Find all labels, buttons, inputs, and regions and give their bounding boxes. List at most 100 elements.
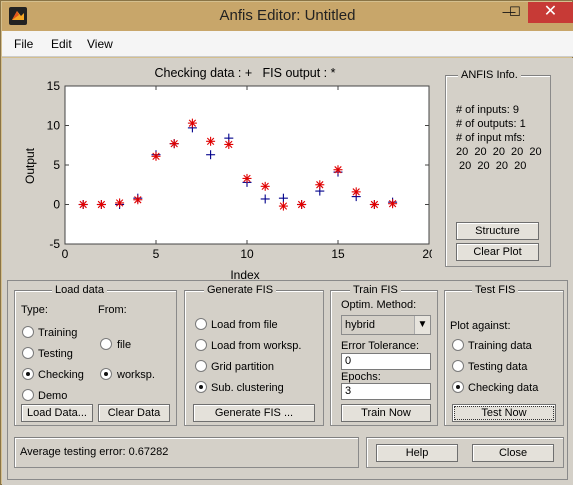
info-input-mfs-row1: 20 20 20 20 20 xyxy=(456,146,542,158)
test-now-button[interactable]: Test Now xyxy=(452,404,556,422)
test-fis-title: Test FIS xyxy=(472,284,519,296)
load-data-title: Load data xyxy=(52,284,107,296)
y-tick-label: 10 xyxy=(47,119,61,133)
fis-output-point xyxy=(78,200,88,209)
type-testing-label: Testing xyxy=(38,348,73,360)
x-tick-label: 15 xyxy=(331,247,345,261)
fis-output-point xyxy=(351,187,361,197)
error-tolerance-field[interactable]: 0 xyxy=(341,353,431,370)
maximize-icon[interactable]: ☐ xyxy=(502,2,528,23)
fis-output-point xyxy=(369,200,379,209)
x-tick-label: 0 xyxy=(62,247,69,261)
grid-partition-radio[interactable] xyxy=(195,360,207,372)
fis-output-point xyxy=(224,139,234,149)
generate-fis-title: Generate FIS xyxy=(204,284,277,296)
anfis-output-plot: Checking data : + FIS output : * 151050-… xyxy=(23,66,432,282)
train-now-button[interactable]: Train Now xyxy=(341,404,431,422)
from-workspace-label: worksp. xyxy=(117,369,155,381)
menu-bar: File Edit View xyxy=(2,31,573,57)
info-input-mfs-row2: 20 20 20 20 xyxy=(456,160,527,172)
help-close-panel: Help Close xyxy=(366,437,564,468)
info-inputs: # of inputs: 9 xyxy=(456,104,519,116)
help-button[interactable]: Help xyxy=(376,444,458,462)
train-fis-panel: Train FIS Optim. Method: hybrid ▼ Error … xyxy=(330,284,438,426)
train-fis-title: Train FIS xyxy=(350,284,401,296)
from-label: From: xyxy=(98,304,127,316)
structure-button[interactable]: Structure xyxy=(456,222,539,240)
type-checking-radio[interactable] xyxy=(22,368,34,380)
epochs-label: Epochs: xyxy=(341,371,381,383)
epochs-field[interactable]: 3 xyxy=(341,383,431,400)
from-file-radio[interactable] xyxy=(100,338,112,350)
fis-output-point xyxy=(297,200,307,209)
load-from-workspace-radio[interactable] xyxy=(195,339,207,351)
plot-training-radio[interactable] xyxy=(452,339,464,351)
load-data-button[interactable]: Load Data... xyxy=(21,404,93,422)
y-tick-label: -5 xyxy=(49,237,60,251)
fis-output-point xyxy=(96,200,106,209)
chevron-down-icon[interactable]: ▼ xyxy=(414,316,430,334)
plot-against-label: Plot against: xyxy=(450,320,511,332)
fis-output-point xyxy=(151,151,161,161)
load-from-file-label: Load from file xyxy=(211,319,278,331)
type-demo-radio[interactable] xyxy=(22,389,34,401)
y-tick-label: 5 xyxy=(53,158,60,172)
load-data-panel: Load data Type: From: Training Testing C… xyxy=(14,284,177,426)
anfis-info-title: ANFIS Info. xyxy=(458,69,521,81)
menu-view[interactable]: View xyxy=(87,37,113,51)
window-title: Anfis Editor: Untitled xyxy=(219,7,356,24)
close-button[interactable]: Close xyxy=(472,444,554,462)
from-file-label: file xyxy=(117,339,132,351)
sub-clustering-radio[interactable] xyxy=(195,381,207,393)
clear-plot-button[interactable]: Clear Plot xyxy=(456,243,539,261)
fis-output-point xyxy=(333,165,343,175)
anfis-info-panel: ANFIS Info. # of inputs: 9 # of outputs:… xyxy=(445,69,551,267)
fis-output-point xyxy=(133,195,143,205)
plot-checking-label: Checking data xyxy=(468,382,539,394)
fis-output-point xyxy=(169,139,179,149)
error-tolerance-label: Error Tolerance: xyxy=(341,340,420,352)
plot-training-label: Training data xyxy=(468,340,532,352)
fis-output-point xyxy=(260,181,270,191)
clear-data-button[interactable]: Clear Data xyxy=(98,404,170,422)
grid-partition-label: Grid partition xyxy=(211,361,274,373)
load-from-file-radio[interactable] xyxy=(195,318,207,330)
fis-output-point xyxy=(242,173,252,183)
plot-title: Checking data : + FIS output : * xyxy=(154,66,335,80)
menu-file[interactable]: File xyxy=(14,37,33,51)
fis-output-point xyxy=(187,118,197,128)
from-workspace-radio[interactable] xyxy=(100,368,112,380)
generate-fis-panel: Generate FIS Load from file Load from wo… xyxy=(184,284,324,426)
type-demo-label: Demo xyxy=(38,390,68,402)
status-text: Average testing error: 0.67282 xyxy=(20,446,169,458)
fis-output-point xyxy=(278,201,288,211)
plot-testing-label: Testing data xyxy=(468,361,528,373)
type-testing-radio[interactable] xyxy=(22,347,34,359)
fis-output-point xyxy=(115,198,125,208)
y-tick-label: 0 xyxy=(53,198,60,212)
optim-method-label: Optim. Method: xyxy=(341,299,417,311)
info-input-mfs-label: # of input mfs: xyxy=(456,132,526,144)
optim-method-select[interactable]: hybrid ▼ xyxy=(341,315,431,335)
menu-edit[interactable]: Edit xyxy=(51,37,72,51)
type-training-label: Training xyxy=(38,327,78,339)
close-window-icon[interactable]: ✕ xyxy=(528,2,573,23)
title-bar[interactable]: Anfis Editor: Untitled — ☐ ✕ xyxy=(2,2,573,31)
plot-axes-area xyxy=(64,85,430,245)
fis-output-point xyxy=(388,199,398,209)
sub-clustering-label: Sub. clustering xyxy=(211,382,284,394)
plot-checking-radio[interactable] xyxy=(452,381,464,393)
generate-fis-button[interactable]: Generate FIS ... xyxy=(193,404,315,422)
fis-output-point xyxy=(206,136,216,146)
plot-testing-radio[interactable] xyxy=(452,360,464,372)
x-tick-label: 20 xyxy=(422,247,432,261)
type-training-radio[interactable] xyxy=(22,326,34,338)
x-tick-label: 10 xyxy=(240,247,254,261)
editor-client-area: Checking data : + FIS output : * 15 10 5 0-… xyxy=(2,58,573,485)
optim-method-value: hybrid xyxy=(345,319,375,331)
anfis-editor-window: Anfis Editor: Untitled — ☐ ✕ File Edit V… xyxy=(0,0,573,485)
type-label: Type: xyxy=(21,304,48,316)
y-tick-label: 15 xyxy=(47,79,61,93)
x-tick-label: 5 xyxy=(153,247,160,261)
load-from-workspace-label: Load from worksp. xyxy=(211,340,302,352)
